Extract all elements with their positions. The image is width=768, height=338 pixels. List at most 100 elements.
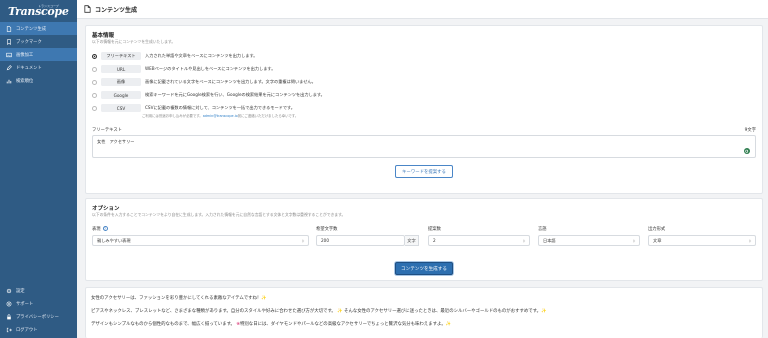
- tone-label-text: 表現: [92, 227, 101, 232]
- format-select[interactable]: 文章: [648, 235, 756, 246]
- top-bar: コンテンツ生成: [77, 0, 768, 19]
- sparkle-emoji: ✨: [540, 309, 547, 314]
- sidebar-item-content-generation[interactable]: コンテンツ生成: [0, 22, 77, 35]
- ranking-icon: [5, 77, 12, 84]
- tone-value: 親しみやすい表現: [97, 237, 131, 243]
- language-label: 言語: [538, 227, 547, 232]
- sidebar-item-settings[interactable]: 設定: [0, 284, 77, 297]
- tone-select[interactable]: 親しみやすい表現: [92, 235, 309, 246]
- image-icon: [5, 51, 12, 58]
- radio-button[interactable]: [92, 53, 97, 59]
- bookmark-icon: [5, 38, 12, 45]
- chars-unit: 文字: [405, 235, 419, 246]
- source-tag: 画像: [101, 78, 141, 86]
- output-line-3: デザインもシンプルなものから個性的なものまで、幅広く揃っています。 ❀特別な日に…: [91, 321, 451, 327]
- language-select[interactable]: 日本語: [538, 235, 640, 246]
- sidebar-item-support[interactable]: サポート: [0, 297, 77, 310]
- count-value: 2: [433, 238, 436, 243]
- source-option-csv[interactable]: CSV CSVに記載の複数の情報に対して、コンテンツを一括で出力できるモードです…: [92, 103, 295, 113]
- sidebar-item-label: ログアウト: [16, 327, 38, 333]
- source-description: CSVに記載の複数の情報に対して、コンテンツを一括で出力できるモードです。: [145, 105, 295, 110]
- basic-info-subtitle: 以下の情報を元にコンテンツを生成いたします。: [92, 39, 176, 44]
- sidebar-item-logout[interactable]: ログアウト: [0, 323, 77, 336]
- suggest-keywords-button[interactable]: キーワードを提案する: [395, 165, 453, 178]
- sidebar-item-label: ブックマーク: [16, 39, 42, 45]
- source-description: 入力された単語や文章をベースにコンテンツを出力します。: [145, 53, 258, 58]
- chevron-updown-icon: [749, 239, 751, 243]
- radio-button[interactable]: [92, 92, 97, 98]
- basic-info-heading: 基本情報: [92, 33, 115, 39]
- source-option-url[interactable]: URL WEBページのタイトルや見出しをベースにコンテンツを出力します。: [92, 64, 275, 74]
- chars-input[interactable]: 200: [316, 235, 405, 246]
- document-icon: [5, 25, 12, 32]
- gear-icon: [5, 287, 12, 294]
- format-label: 出力形式: [648, 227, 666, 232]
- chars-value: 200: [321, 238, 329, 243]
- output-card: 女性のアクセサリーは、ファッションを彩り豊かにしてくれる素敵なアイテムですね！✨…: [85, 287, 763, 338]
- output-text: そんな女性のアクセサリー選びに迷ったときは、最近のシルバーやゴールドのものがおす…: [344, 309, 541, 314]
- grammarly-icon[interactable]: [744, 148, 750, 154]
- sidebar-item-label: 検索順位: [16, 78, 34, 84]
- radio-button[interactable]: [92, 66, 97, 72]
- count-select[interactable]: 2: [428, 235, 530, 246]
- csv-note-text-end: 宛にご連絡いただけましたら幸いです。: [237, 114, 299, 118]
- source-tag: Google: [101, 91, 141, 99]
- tone-label: 表現?: [92, 226, 108, 232]
- csv-note: ご利用には別途お申し込みが必要です。admin@transcope.io宛にご連…: [142, 113, 298, 118]
- sidebar-item-privacy-policy[interactable]: プライバシーポリシー: [0, 310, 77, 323]
- chevron-updown-icon: [523, 239, 525, 243]
- logout-icon: [5, 326, 12, 333]
- basic-info-card: 基本情報 以下の情報を元にコンテンツを生成いたします。 フリーテキスト 入力され…: [85, 25, 763, 194]
- source-description: 検索キーワードを元にGoogle検索を行い、Googleの検索結果を元にコンテン…: [145, 92, 325, 97]
- source-description: WEBページのタイトルや見出しをベースにコンテンツを出力します。: [145, 66, 276, 71]
- logo-subtext: トランスコープ: [38, 4, 59, 8]
- output-text: ピアスやネックレス、ブレスレットなど、さまざまな種類があります。自分のスタイルや…: [91, 309, 336, 314]
- app-logo[interactable]: Transcope トランスコープ: [0, 0, 77, 22]
- sidebar-item-document[interactable]: ドキュメント: [0, 61, 77, 74]
- count-label: 提案数: [428, 227, 441, 232]
- language-value: 日本語: [543, 237, 556, 243]
- support-icon: [5, 300, 12, 307]
- radio-button[interactable]: [92, 79, 97, 85]
- sparkle-emoji: ✨: [261, 296, 267, 301]
- source-option-image[interactable]: 画像 画像に記載されている文字をベースにコンテンツを出力します。文字の重複は問い…: [92, 77, 316, 87]
- source-option-freetext[interactable]: フリーテキスト 入力された単語や文章をベースにコンテンツを出力します。: [92, 51, 257, 61]
- document-icon: [84, 5, 91, 13]
- pen-icon: [5, 64, 12, 71]
- contact-email-link[interactable]: admin@transcope.io: [203, 114, 238, 118]
- options-card: オプション 以下の条件を入力することでコンテンツをより自在に生成します。入力され…: [85, 198, 763, 281]
- radio-button[interactable]: [92, 105, 97, 111]
- sidebar-item-image-processing[interactable]: 画像加工: [0, 48, 77, 61]
- sidebar-item-label: 設定: [16, 288, 25, 294]
- sparkle-emoji: ✨: [335, 309, 345, 314]
- options-heading: オプション: [92, 206, 120, 212]
- source-tag: URL: [101, 65, 141, 73]
- options-subtitle: 以下の条件を入力することでコンテンツをより自在に生成します。入力された情報を元に…: [92, 212, 346, 217]
- page-title: コンテンツ生成: [95, 6, 138, 14]
- sidebar-nav: コンテンツ生成 ブックマーク 画像加工 ドキュメント 検索順位: [0, 22, 77, 87]
- sidebar-item-label: ドキュメント: [16, 65, 42, 71]
- sparkle-emoji: ✨: [445, 322, 452, 327]
- help-icon[interactable]: ?: [102, 226, 108, 231]
- source-option-google[interactable]: Google 検索キーワードを元にGoogle検索を行い、Googleの検索結果…: [92, 90, 325, 100]
- freetext-input[interactable]: 女性 アクセサリー: [92, 135, 756, 158]
- output-line-2: ピアスやネックレス、ブレスレットなど、さまざまな種類があります。自分のスタイルや…: [91, 308, 546, 314]
- lock-icon: [5, 313, 12, 320]
- sidebar-item-search-ranking[interactable]: 検索順位: [0, 74, 77, 87]
- freetext-label: フリーテキスト: [92, 128, 122, 133]
- sidebar-item-bookmark[interactable]: ブックマーク: [0, 35, 77, 48]
- output-line-1: 女性のアクセサリーは、ファッションを彩り豊かにしてくれる素敵なアイテムですね！✨: [91, 295, 267, 301]
- chevron-updown-icon: [302, 239, 304, 243]
- sidebar: Transcope トランスコープ コンテンツ生成 ブックマーク 画像加工 ドキ…: [0, 0, 77, 338]
- generate-content-button[interactable]: コンテンツを生成する: [395, 262, 453, 275]
- sidebar-item-label: サポート: [16, 301, 34, 307]
- char-count: 9文字: [744, 128, 756, 133]
- source-description: 画像に記載されている文字をベースにコンテンツを出力します。文字の重複は問いません…: [145, 79, 316, 84]
- output-text: 特別な日には、ダイヤモンドやパールなどの高級なアクセサリーでちょっと贅沢な気分も…: [240, 322, 446, 327]
- chevron-updown-icon: [633, 239, 635, 243]
- output-text: 女性のアクセサリーは、ファッションを彩り豊かにしてくれる素敵なアイテムですね！: [91, 296, 262, 301]
- sidebar-item-label: コンテンツ生成: [16, 26, 47, 32]
- chars-label: 希望文字数: [316, 227, 338, 232]
- source-tag: フリーテキスト: [101, 52, 141, 60]
- freetext-value: 女性 アクセサリー: [97, 139, 135, 144]
